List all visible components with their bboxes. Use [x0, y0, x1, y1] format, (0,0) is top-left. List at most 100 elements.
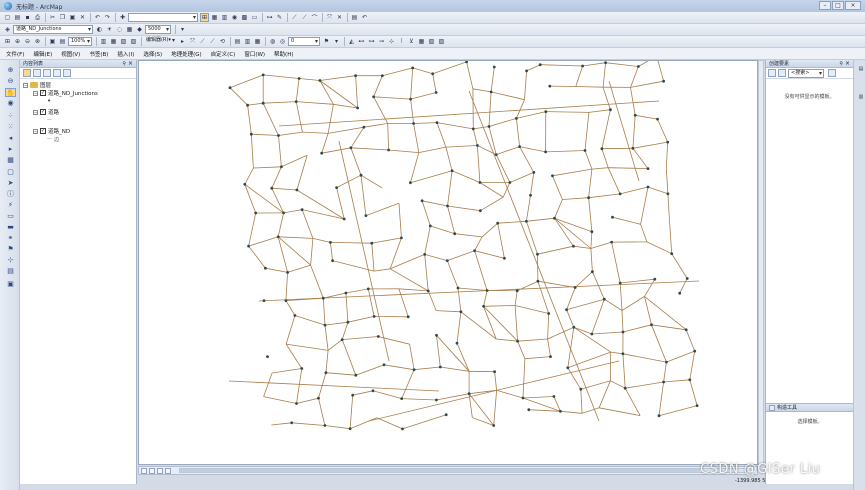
collapse-icon[interactable]: −: [33, 90, 38, 96]
brightness-icon[interactable]: ☀: [105, 25, 114, 34]
vrp-icon[interactable]: ⊺: [397, 37, 406, 46]
snap-combo[interactable]: 0: [288, 37, 320, 46]
layer-visibility-checkbox[interactable]: ✓: [40, 90, 46, 96]
ddp-icon[interactable]: ▨: [129, 37, 138, 46]
location-allocation-icon[interactable]: ⊻: [407, 37, 416, 46]
new-route-icon[interactable]: ⊷: [357, 37, 366, 46]
data-frame-row[interactable]: − 图层: [23, 81, 136, 89]
template-search-input[interactable]: <搜索>: [788, 68, 824, 78]
road-network-map[interactable]: [139, 61, 758, 465]
zoom-100-icon[interactable]: ▣: [48, 37, 57, 46]
model-builder-icon[interactable]: ⊶: [265, 13, 274, 22]
layer-row-network[interactable]: − ✓ 道路_ND: [23, 127, 136, 135]
flag-icon[interactable]: ⚑: [322, 37, 331, 46]
search-icon[interactable]: [828, 69, 836, 77]
menu-edit[interactable]: 编辑(E): [33, 50, 52, 58]
toc-window-icon[interactable]: ▦: [210, 13, 219, 22]
html-popup-icon[interactable]: ▭: [5, 212, 16, 221]
select-elements-icon[interactable]: ➤: [5, 179, 16, 188]
map-vertical-scrollbar[interactable]: [758, 60, 764, 465]
zoom-percent-combo[interactable]: 100%: [68, 37, 92, 46]
scroll-thumb[interactable]: [180, 469, 700, 472]
zoom-out-fixed-icon[interactable]: ⊖: [23, 37, 32, 46]
layer-visibility-checkbox[interactable]: ✓: [40, 128, 46, 134]
zoom-out-icon[interactable]: ⊖: [5, 77, 16, 86]
identify-icon[interactable]: ⓘ: [5, 190, 16, 199]
organize-templates-icon[interactable]: [768, 69, 776, 77]
goto-xy-icon[interactable]: ⊹: [5, 256, 16, 265]
focus-frame-icon[interactable]: ▦: [109, 37, 118, 46]
contrast-icon[interactable]: ◐: [95, 25, 104, 34]
layer-select-combo[interactable]: 道路_ND_Junctions: [13, 25, 93, 34]
select-features-icon[interactable]: ▦: [5, 156, 16, 165]
clear-selection-icon[interactable]: ▢: [5, 168, 16, 177]
pan-layout-icon[interactable]: ⊗: [33, 37, 42, 46]
layer-row-junctions[interactable]: − ✓ 道路_ND_Junctions: [23, 89, 136, 97]
map-horizontal-scrollbar[interactable]: [179, 468, 747, 473]
full-extent-icon[interactable]: ◉: [5, 99, 16, 108]
change-layout-icon[interactable]: ▧: [119, 37, 128, 46]
toggle-draft-icon[interactable]: ▥: [99, 37, 108, 46]
find-icon[interactable]: ⚭: [5, 234, 16, 243]
list-by-drawing-order-icon[interactable]: [23, 69, 31, 77]
save-icon[interactable]: ▪: [23, 13, 32, 22]
list-by-source-icon[interactable]: [33, 69, 41, 77]
delete-icon[interactable]: ✕: [78, 13, 87, 22]
time-slider-icon[interactable]: ▤: [5, 267, 16, 276]
go-back-icon[interactable]: ◂: [5, 134, 16, 143]
menu-help[interactable]: 帮助(H): [274, 50, 293, 58]
minimize-button[interactable]: –: [819, 1, 831, 10]
flag-dropdown-icon[interactable]: ▾: [332, 37, 341, 46]
editor-menu[interactable]: 编辑器(R)▾: [144, 37, 176, 46]
arctoolbox-icon[interactable]: ▩: [240, 13, 249, 22]
zoom-whole-page-icon[interactable]: ⊞: [3, 37, 12, 46]
measure-icon[interactable]: ▬: [5, 223, 16, 232]
list-by-visibility-icon[interactable]: [43, 69, 51, 77]
hyperlink-icon[interactable]: ⚡: [5, 201, 16, 210]
collapse-icon[interactable]: −: [33, 109, 38, 115]
zoom-in-fixed-icon[interactable]: ⊕: [13, 37, 22, 46]
menu-insert[interactable]: 插入(I): [117, 50, 134, 58]
solve-icon[interactable]: ▦: [417, 37, 426, 46]
closest-facility-icon[interactable]: ⊸: [377, 37, 386, 46]
fixed-zoom-out-icon[interactable]: ⁙: [5, 123, 16, 132]
menu-file[interactable]: 文件(F): [6, 50, 24, 58]
map-view[interactable]: [138, 60, 758, 465]
python-window-icon[interactable]: ▭: [250, 13, 259, 22]
list-by-selection-icon[interactable]: [53, 69, 61, 77]
directions-icon[interactable]: ▧: [427, 37, 436, 46]
collapse-icon[interactable]: −: [33, 128, 38, 134]
maximize-button[interactable]: □: [832, 1, 844, 10]
pan-icon[interactable]: ✋: [5, 88, 16, 97]
layout-view-button[interactable]: [149, 467, 155, 474]
menu-bookmarks[interactable]: 书签(B): [89, 50, 108, 58]
layer-row-roads[interactable]: − ✓ 道路: [23, 108, 136, 116]
zoom-in-icon[interactable]: ⊕: [5, 66, 16, 75]
close-icon[interactable]: ×: [845, 60, 850, 68]
go-forward-icon[interactable]: ▸: [5, 145, 16, 154]
menu-geoprocessing[interactable]: 地理处理(G): [171, 50, 202, 58]
network-analyst-icon[interactable]: ◭: [347, 37, 356, 46]
viewer-window-icon[interactable]: ▣: [5, 280, 16, 289]
pin-icon[interactable]: ⚲: [122, 60, 126, 68]
search-tab-icon[interactable]: ▥: [856, 94, 864, 114]
data-view-button[interactable]: [141, 467, 147, 474]
scale-combo[interactable]: [128, 13, 198, 22]
editor-toolbar-icon[interactable]: ⊞: [200, 13, 209, 22]
undo-icon[interactable]: ↶: [93, 13, 102, 22]
paste-icon[interactable]: ▣: [68, 13, 77, 22]
copy-icon[interactable]: ❐: [58, 13, 67, 22]
edit-tool-icon[interactable]: ✎: [275, 13, 284, 22]
find-route-icon[interactable]: ⚑: [5, 245, 16, 254]
service-area-icon[interactable]: ⊶: [367, 37, 376, 46]
catalog-tab-icon[interactable]: ▤: [856, 66, 864, 86]
layer-visibility-checkbox[interactable]: ✓: [40, 109, 46, 115]
toc-options-icon[interactable]: [63, 69, 71, 77]
menu-windows[interactable]: 窗口(W): [244, 50, 265, 58]
fixed-zoom-in-icon[interactable]: ⁘: [5, 112, 16, 121]
swipe-icon[interactable]: ▦: [125, 25, 134, 34]
refresh-button[interactable]: [157, 467, 163, 474]
redo-icon[interactable]: ↷: [103, 13, 112, 22]
snap-icon[interactable]: ◎: [278, 37, 287, 46]
dropdown-icon[interactable]: ▾: [178, 25, 187, 34]
